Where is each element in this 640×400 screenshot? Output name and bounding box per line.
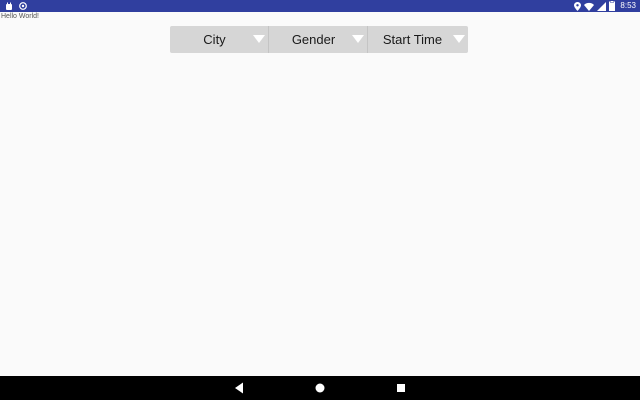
status-time: 8:53 [620, 1, 636, 10]
navigation-bar [0, 376, 640, 400]
filter-dropdown-bar: City Gender Start Time [170, 26, 470, 53]
status-right-icons: 8:53 [574, 1, 636, 11]
chevron-down-icon [253, 35, 265, 43]
wifi-icon [584, 2, 595, 11]
sync-icon [19, 2, 27, 10]
back-button[interactable] [232, 381, 246, 395]
gender-dropdown-label: Gender [291, 32, 336, 47]
recents-button[interactable] [394, 381, 408, 395]
location-icon [574, 1, 582, 11]
home-button[interactable] [313, 381, 327, 395]
city-dropdown[interactable]: City [170, 26, 269, 53]
hello-text: Hello World! [1, 13, 39, 20]
recents-icon [397, 384, 405, 392]
start-time-dropdown[interactable]: Start Time [368, 26, 468, 53]
app-content: Hello World! City Gender Start Time [0, 12, 640, 376]
home-icon [315, 383, 325, 393]
status-left-icons [5, 2, 27, 10]
android-icon [5, 2, 13, 10]
battery-icon [609, 1, 616, 11]
chevron-down-icon [453, 35, 465, 43]
gender-dropdown[interactable]: Gender [269, 26, 368, 53]
signal-icon [597, 1, 607, 11]
back-icon [235, 382, 243, 394]
chevron-down-icon [352, 35, 364, 43]
city-dropdown-label: City [203, 32, 226, 47]
start-time-dropdown-label: Start Time [382, 32, 443, 47]
status-bar: 8:53 [0, 0, 640, 12]
